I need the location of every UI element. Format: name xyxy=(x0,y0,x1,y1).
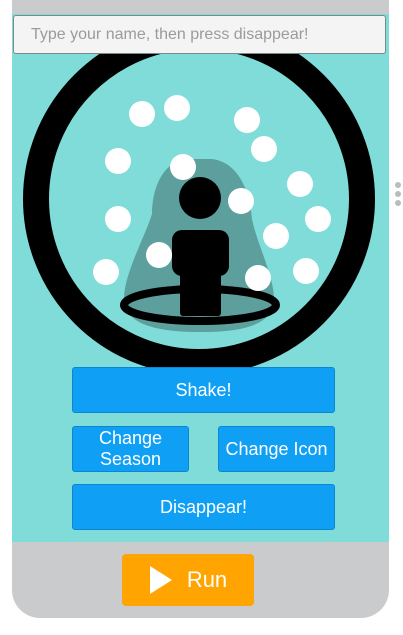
snowflake xyxy=(129,101,155,127)
snowflake xyxy=(105,148,131,174)
snowflake xyxy=(263,223,289,249)
snowflake xyxy=(293,258,319,284)
person-icon xyxy=(172,177,229,316)
device-frame: Shake! Change Season Change Icon Disappe… xyxy=(12,0,389,618)
change-icon-button[interactable]: Change Icon xyxy=(218,426,335,472)
snowflake xyxy=(170,154,196,180)
snowflake xyxy=(105,206,131,232)
snowflake xyxy=(93,259,119,285)
change-season-button[interactable]: Change Season xyxy=(72,426,189,472)
play-icon xyxy=(149,566,172,594)
snowflake xyxy=(305,206,331,232)
shake-button[interactable]: Shake! xyxy=(72,367,335,413)
snowflake xyxy=(146,242,172,268)
disappear-button[interactable]: Disappear! xyxy=(72,484,335,530)
snowflake xyxy=(251,136,277,162)
app-screen: Shake! Change Season Change Icon Disappe… xyxy=(12,14,389,542)
snowflake xyxy=(228,188,254,214)
run-button[interactable]: Run xyxy=(122,554,254,606)
snowflake xyxy=(287,171,313,197)
snowflake xyxy=(164,95,190,121)
resize-handle[interactable] xyxy=(394,182,402,210)
run-button-label: Run xyxy=(186,567,228,592)
snowflake xyxy=(234,107,260,133)
snowflake xyxy=(245,265,271,291)
name-input[interactable] xyxy=(13,15,386,54)
